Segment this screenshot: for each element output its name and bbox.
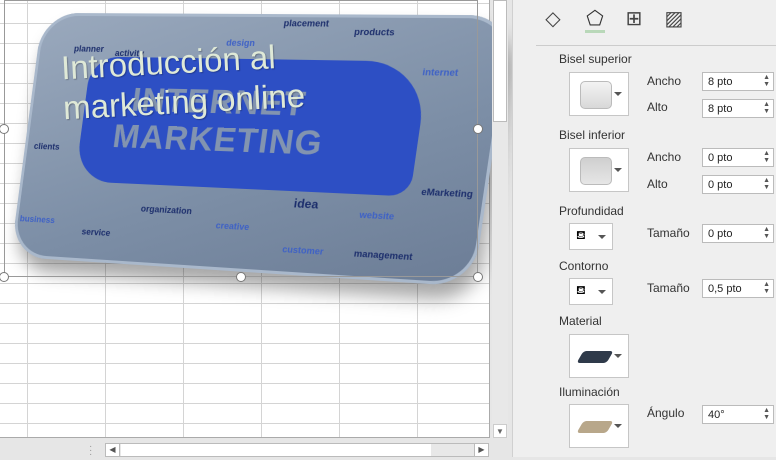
contorno-tamano-input[interactable]: 0,5 pto ▲ ▼	[702, 279, 774, 298]
spreadsheet-grid[interactable]: INTERNET MARKETING placement products de…	[0, 0, 490, 438]
alto-label: Alto	[647, 100, 668, 114]
active-tab-indicator	[585, 30, 605, 33]
scroll-thumb[interactable]	[493, 0, 507, 122]
bisel-inferior-label: Bisel inferior	[559, 128, 625, 142]
paint-bucket-icon: ⛾	[576, 228, 586, 244]
bisel-superior-label: Bisel superior	[559, 52, 632, 66]
scroll-left-arrow-icon[interactable]: ◀	[106, 444, 120, 456]
horizontal-scrollbar[interactable]: ◀ ▶	[105, 443, 489, 457]
bisel-inferior-alto-input[interactable]: 0 pto ▲ ▼	[702, 175, 774, 194]
profundidad-label: Profundidad	[559, 204, 624, 218]
selection-box	[4, 0, 478, 277]
material-dropdown[interactable]	[569, 334, 629, 378]
tamano-label: Tamaño	[647, 226, 690, 240]
bisel-superior-ancho-input[interactable]: 8 pto ▲ ▼	[702, 72, 774, 91]
divider	[536, 45, 776, 46]
alto-label: Alto	[647, 177, 668, 191]
iluminacion-label: Iluminación	[559, 385, 620, 399]
resize-handle[interactable]	[236, 272, 246, 282]
paint-bucket-icon: ⛾	[576, 283, 586, 299]
bisel-superior-dropdown[interactable]	[569, 72, 629, 116]
resize-handle[interactable]	[473, 124, 483, 134]
contorno-label: Contorno	[559, 259, 608, 273]
tamano-label: Tamaño	[647, 281, 690, 295]
bisel-inferior-ancho-input[interactable]: 0 pto ▲ ▼	[702, 148, 774, 167]
bisel-inferior-dropdown[interactable]	[569, 148, 629, 192]
scroll-down-arrow-icon[interactable]: ▼	[493, 424, 507, 438]
profundidad-tamano-input[interactable]: 0 pto ▲ ▼	[702, 224, 774, 243]
vertical-scrollbar[interactable]: ▼	[492, 0, 508, 438]
scroll-thumb[interactable]	[121, 444, 431, 456]
material-label: Material	[559, 314, 602, 328]
resize-handle[interactable]	[473, 272, 483, 282]
bisel-superior-alto-input[interactable]: 8 pto ▲ ▼	[702, 99, 774, 118]
picture-icon[interactable]: ▨	[662, 6, 686, 30]
ancho-label: Ancho	[647, 74, 681, 88]
contorno-color-dropdown[interactable]: ⛾	[569, 278, 613, 305]
iluminacion-dropdown[interactable]	[569, 404, 629, 448]
resize-handle[interactable]	[0, 272, 9, 282]
splitter-handle[interactable]: · · ·	[89, 445, 93, 457]
lighting-preview-icon	[577, 421, 614, 433]
size-properties-icon[interactable]: ⊞	[622, 6, 646, 30]
ancho-label: Ancho	[647, 150, 681, 164]
fill-line-icon[interactable]: ◇	[541, 6, 565, 30]
iluminacion-angulo-input[interactable]: 40° ▲ ▼	[702, 405, 774, 424]
profundidad-color-dropdown[interactable]: ⛾	[569, 223, 613, 250]
scroll-right-arrow-icon[interactable]: ▶	[474, 444, 488, 456]
material-preview-icon	[577, 351, 614, 363]
effects-icon[interactable]: ⬠	[583, 6, 607, 30]
angulo-label: Ángulo	[647, 406, 684, 420]
